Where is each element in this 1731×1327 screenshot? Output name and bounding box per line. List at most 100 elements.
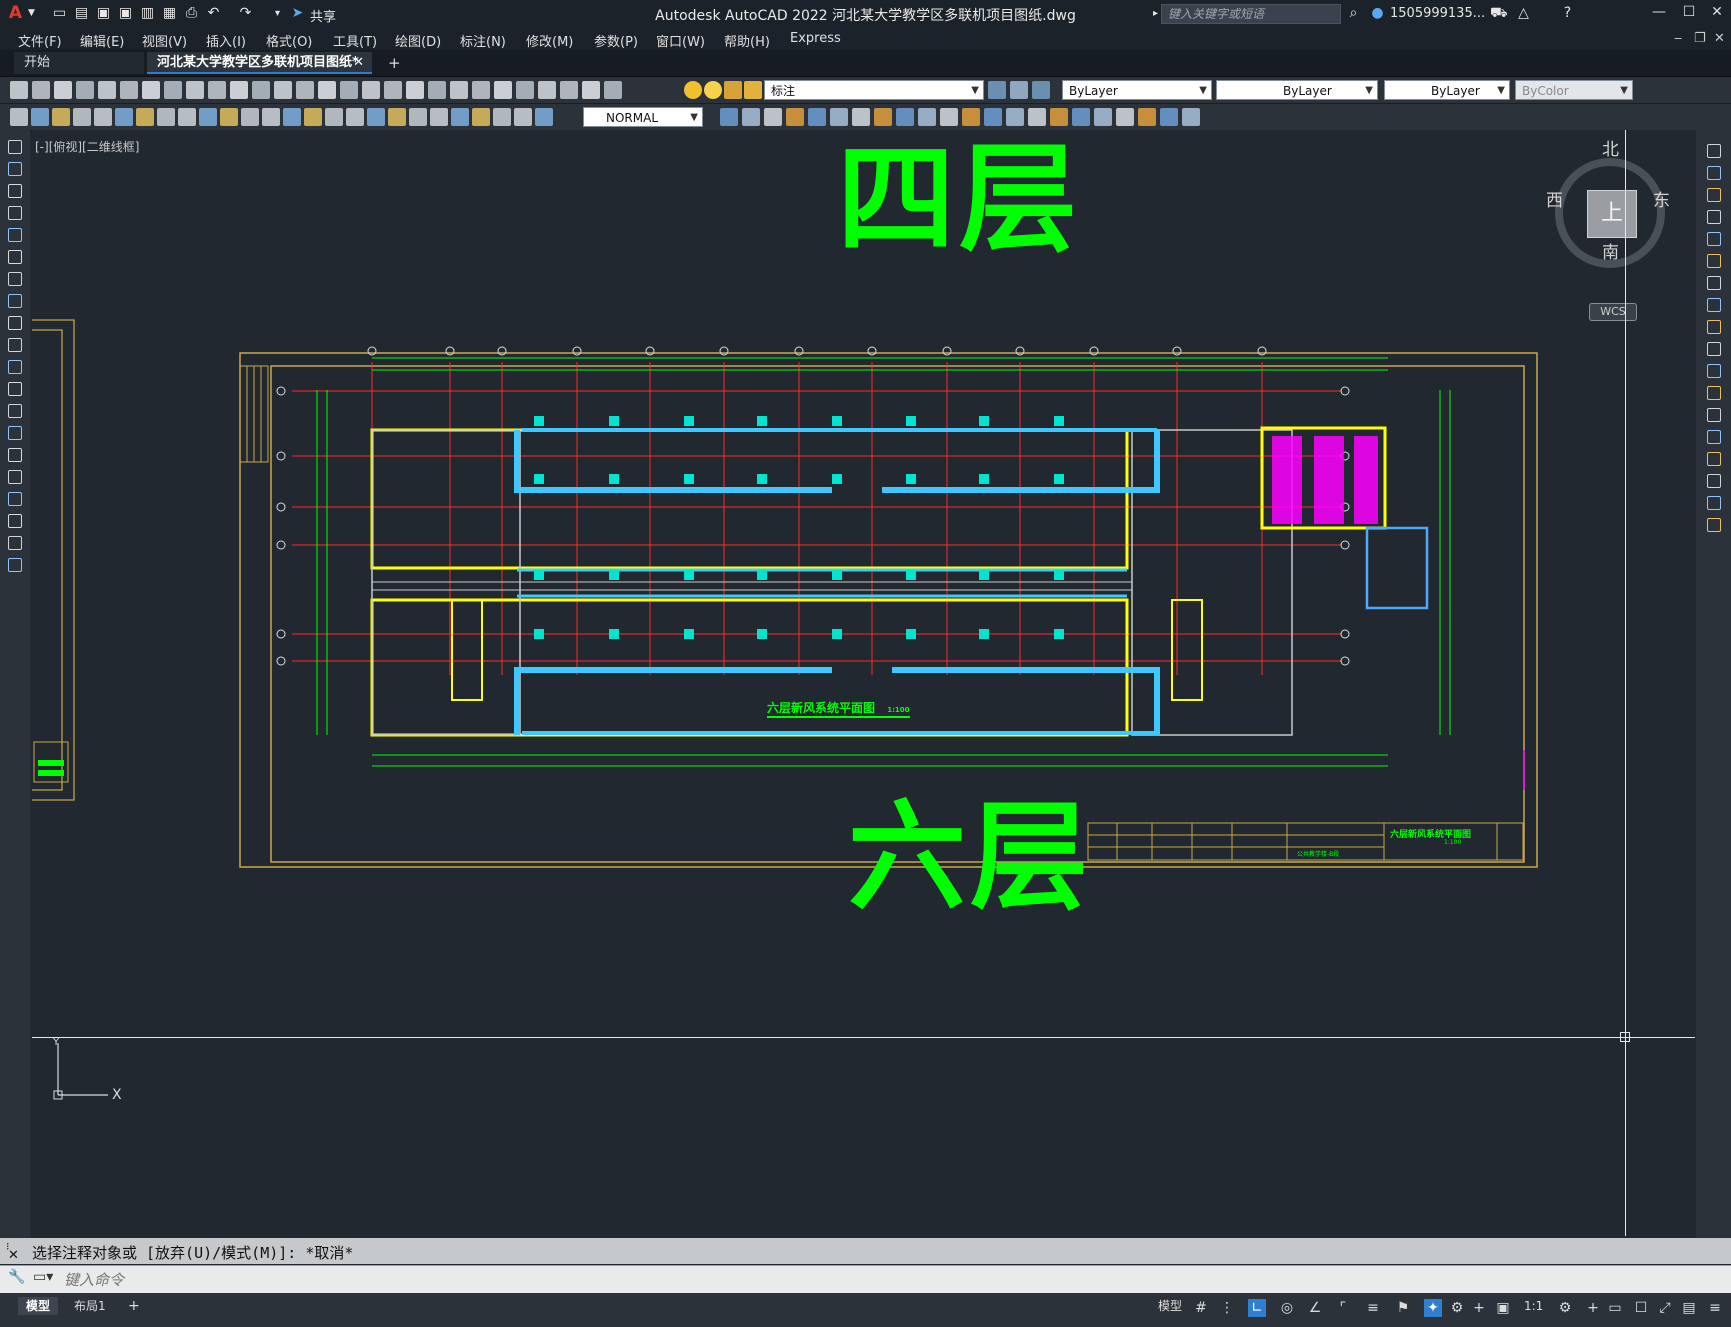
- dimension-tool-icon[interactable]: [157, 108, 175, 126]
- draw-tool-icon[interactable]: [8, 162, 22, 176]
- viewcube-south[interactable]: 南: [1602, 238, 1619, 263]
- status-toggle-icon[interactable]: ⤢: [1656, 1299, 1674, 1317]
- draw-tool-icon[interactable]: [8, 536, 22, 550]
- annotation-scale[interactable]: 1:1: [1516, 1297, 1551, 1315]
- viewcube-north[interactable]: 北: [1602, 135, 1619, 160]
- share-icon[interactable]: ➤: [290, 6, 305, 21]
- wrench-icon[interactable]: 🔧: [8, 1269, 25, 1285]
- modify-tool-icon[interactable]: [1707, 386, 1721, 400]
- modify-tool-icon[interactable]: [720, 108, 738, 126]
- dimension-tool-icon[interactable]: [367, 108, 385, 126]
- dimension-tool-icon[interactable]: [136, 108, 154, 126]
- standard-tool-icon[interactable]: [208, 81, 226, 99]
- make-current-layer-icon[interactable]: [988, 81, 1006, 99]
- standard-tool-icon[interactable]: [472, 81, 490, 99]
- menu-window[interactable]: 窗口(W): [656, 31, 705, 50]
- status-toggle-icon[interactable]: ▣: [1494, 1299, 1512, 1317]
- status-toggle-icon[interactable]: ∠: [1306, 1299, 1324, 1317]
- standard-tool-icon[interactable]: [450, 81, 468, 99]
- modify-tool-icon[interactable]: [1707, 518, 1721, 532]
- standard-tool-icon[interactable]: [406, 81, 424, 99]
- status-toggle-icon[interactable]: ≡: [1364, 1299, 1382, 1317]
- status-toggle-icon[interactable]: ☐: [1632, 1299, 1650, 1317]
- menu-dimension[interactable]: 标注(N): [460, 31, 506, 50]
- dimension-tool-icon[interactable]: [241, 108, 259, 126]
- dimension-tool-icon[interactable]: [409, 108, 427, 126]
- standard-tool-icon[interactable]: [494, 81, 512, 99]
- dimension-tool-icon[interactable]: [31, 108, 49, 126]
- status-toggle-icon[interactable]: ▤: [1680, 1299, 1698, 1317]
- modify-tool-icon[interactable]: [918, 108, 936, 126]
- status-toggle-icon[interactable]: +: [1584, 1299, 1602, 1317]
- dimension-tool-icon[interactable]: [199, 108, 217, 126]
- qat-dropdown-icon[interactable]: ▾: [270, 6, 285, 21]
- linetype-combo[interactable]: ByLayer ▼: [1216, 80, 1378, 100]
- standard-tool-icon[interactable]: [10, 81, 28, 99]
- draw-tool-icon[interactable]: [8, 316, 22, 330]
- dimension-tool-icon[interactable]: [514, 108, 532, 126]
- status-toggle-icon[interactable]: ≡: [1706, 1299, 1724, 1317]
- standard-tool-icon[interactable]: [76, 81, 94, 99]
- layer-properties-icon[interactable]: [1032, 81, 1050, 99]
- menu-format[interactable]: 格式(O): [266, 31, 312, 50]
- draw-tool-icon[interactable]: [8, 426, 22, 440]
- modify-tool-icon[interactable]: [1707, 342, 1721, 356]
- draw-tool-icon[interactable]: [8, 250, 22, 264]
- autocad-logo-icon[interactable]: A: [8, 5, 23, 22]
- layer-combo[interactable]: 标注 ▼: [764, 80, 984, 100]
- modify-tool-icon[interactable]: [1094, 108, 1112, 126]
- lineweight-combo[interactable]: ByLayer ▼: [1384, 80, 1510, 100]
- modify-tool-icon[interactable]: [1028, 108, 1046, 126]
- draw-tool-icon[interactable]: [8, 228, 22, 242]
- color-combo[interactable]: ByLayer ▼: [1062, 80, 1212, 100]
- standard-tool-icon[interactable]: [318, 81, 336, 99]
- draw-tool-icon[interactable]: [8, 338, 22, 352]
- layer-previous-icon[interactable]: [1010, 81, 1028, 99]
- dimension-tool-icon[interactable]: [52, 108, 70, 126]
- dimension-tool-icon[interactable]: [388, 108, 406, 126]
- model-space-button[interactable]: 模型: [1150, 1297, 1190, 1315]
- command-input[interactable]: [62, 1269, 1666, 1291]
- modify-tool-icon[interactable]: [1707, 188, 1721, 202]
- standard-tool-icon[interactable]: [32, 81, 50, 99]
- menu-parametric[interactable]: 参数(P): [594, 31, 638, 50]
- user-icon[interactable]: ●: [1370, 6, 1385, 21]
- modify-tool-icon[interactable]: [852, 108, 870, 126]
- undo-icon[interactable]: ↶: [206, 6, 221, 21]
- menu-help[interactable]: 帮助(H): [724, 31, 770, 50]
- add-layout-tab-icon[interactable]: +: [120, 1297, 148, 1315]
- modify-tool-icon[interactable]: [1707, 210, 1721, 224]
- drawing-canvas[interactable]: [-][俯视][二维线框] 四层 六层 六层新风系统平面图 1:100 六层新风…: [32, 130, 1695, 1236]
- modify-tool-icon[interactable]: [1707, 496, 1721, 510]
- modify-tool-icon[interactable]: [1138, 108, 1156, 126]
- status-toggle-icon[interactable]: ⚙: [1556, 1299, 1574, 1317]
- draw-tool-icon[interactable]: [8, 404, 22, 418]
- maximize-icon[interactable]: ☐: [1678, 4, 1700, 24]
- standard-tool-icon[interactable]: [120, 81, 138, 99]
- dimension-tool-icon[interactable]: [451, 108, 469, 126]
- modify-tool-icon[interactable]: [1707, 144, 1721, 158]
- status-toggle-icon[interactable]: ⚑: [1394, 1299, 1412, 1317]
- modify-tool-icon[interactable]: [1707, 276, 1721, 290]
- standard-tool-icon[interactable]: [142, 81, 160, 99]
- dimension-tool-icon[interactable]: [283, 108, 301, 126]
- modify-tool-icon[interactable]: [1182, 108, 1200, 126]
- standard-tool-icon[interactable]: [362, 81, 380, 99]
- modify-tool-icon[interactable]: [1116, 108, 1134, 126]
- doc-restore-icon[interactable]: ❐: [1694, 31, 1706, 46]
- standard-tool-icon[interactable]: [186, 81, 204, 99]
- modify-tool-icon[interactable]: [1160, 108, 1178, 126]
- draw-tool-icon[interactable]: [8, 272, 22, 286]
- standard-tool-icon[interactable]: [604, 81, 622, 99]
- draw-tool-icon[interactable]: [8, 360, 22, 374]
- dimension-tool-icon[interactable]: [325, 108, 343, 126]
- standard-tool-icon[interactable]: [274, 81, 292, 99]
- modify-tool-icon[interactable]: [874, 108, 892, 126]
- plot-icon[interactable]: ⎙: [184, 6, 199, 21]
- dimension-tool-icon[interactable]: [430, 108, 448, 126]
- draw-tool-icon[interactable]: [8, 470, 22, 484]
- tab-close-icon[interactable]: ✕: [353, 52, 364, 74]
- dimension-tool-icon[interactable]: [10, 108, 28, 126]
- share-button[interactable]: 共享: [310, 6, 336, 25]
- menu-insert[interactable]: 插入(I): [206, 31, 246, 50]
